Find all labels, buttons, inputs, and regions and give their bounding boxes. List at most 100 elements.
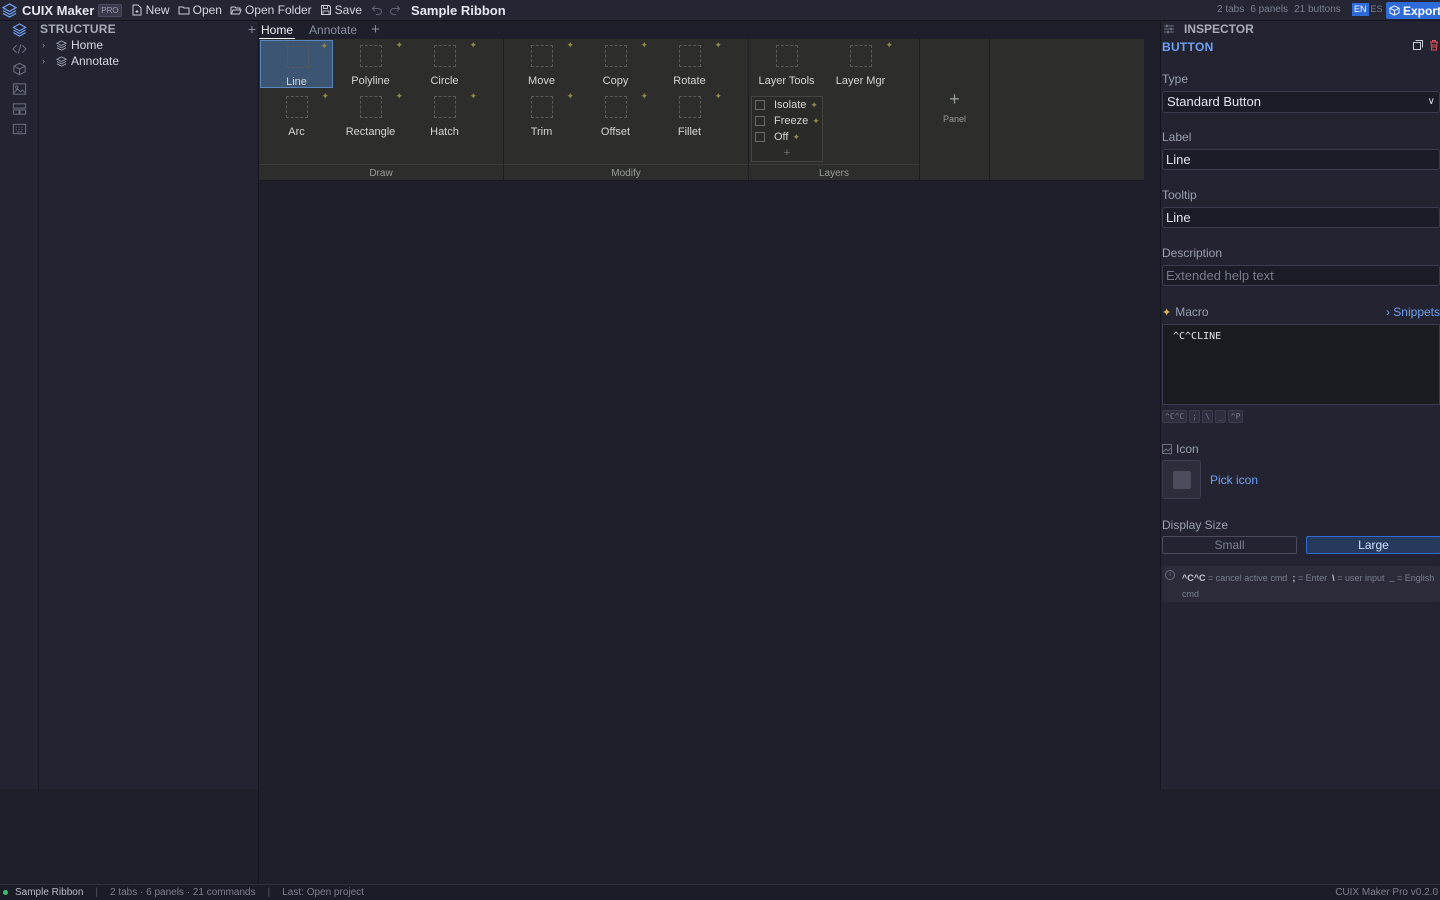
export-button[interactable]: Export (1386, 2, 1440, 19)
gear-icon[interactable]: ✦ (640, 91, 648, 102)
element-kind: BUTTON (1162, 40, 1214, 54)
image-icon[interactable] (12, 82, 27, 96)
dropdown-item-isolate[interactable]: Isolate ✦ (752, 97, 822, 113)
chevron-right-icon[interactable]: › (42, 40, 52, 50)
gear-icon[interactable]: ✦ (714, 40, 722, 51)
ribbon-button-label: Rotate (673, 75, 706, 87)
open-button[interactable]: Open (178, 3, 222, 17)
macro-chip[interactable]: _ (1214, 410, 1226, 423)
gear-icon[interactable]: ✦ (810, 100, 818, 111)
checkbox[interactable] (755, 100, 765, 110)
gear-icon[interactable]: ✦ (321, 91, 329, 102)
status-bar: Sample Ribbon | 2 tabs · 6 panels · 21 c… (0, 884, 1440, 900)
add-tab-button[interactable]: + (248, 21, 256, 37)
ribbon-button-fillet[interactable]: ✦ Fillet (653, 91, 726, 139)
undo-icon[interactable] (371, 4, 383, 16)
type-select[interactable]: Standard Button ∨ (1162, 91, 1440, 113)
open-folder-button[interactable]: Open Folder (230, 3, 312, 17)
dropdown-item-off[interactable]: Off ✦ (752, 129, 822, 145)
icon-preview[interactable] (1162, 460, 1201, 499)
layers-icon[interactable] (12, 23, 27, 37)
panel-label-draw: Draw (259, 164, 503, 181)
duplicate-icon[interactable] (1412, 39, 1424, 51)
button-icon-placeholder (605, 45, 627, 67)
ribbon-button-offset[interactable]: ✦ Offset (579, 91, 652, 139)
save-button[interactable]: Save (320, 3, 362, 17)
app-title: CUIX Maker (22, 2, 95, 18)
ribbon-button-rotate[interactable]: ✦ Rotate (653, 40, 726, 88)
cube-icon[interactable] (12, 62, 27, 76)
redo-icon[interactable] (389, 4, 401, 16)
keyboard-icon[interactable] (12, 122, 27, 136)
ribbon-canvas: Home Annotate + ✦ Line ✦ Polyline ✦ Circle … (259, 21, 1160, 884)
tab-home[interactable]: Home (259, 22, 296, 39)
add-dropdown-item-button[interactable]: + (752, 146, 822, 160)
macro-chip[interactable]: ^C^C (1162, 410, 1188, 423)
button-icon-placeholder (679, 96, 701, 118)
snippets-label: Snippets (1393, 305, 1440, 319)
macro-chip[interactable]: ^P (1227, 410, 1244, 423)
sliders-icon (1164, 24, 1174, 34)
ribbon-button-rectangle[interactable]: ✦ Rectangle (334, 91, 407, 139)
ribbon-button-line[interactable]: ✦ Line (260, 40, 333, 88)
gear-icon[interactable]: ✦ (792, 132, 800, 143)
gear-icon[interactable]: ✦ (395, 40, 403, 51)
checkbox[interactable] (755, 116, 765, 126)
gear-icon[interactable]: ✦ (640, 40, 648, 51)
panel-draw[interactable]: ✦ Line ✦ Polyline ✦ Circle ✦ Arc ✦ Rectangle … (259, 39, 504, 181)
display-size-large[interactable]: Large (1306, 536, 1440, 554)
ribbon-button-arc[interactable]: ✦ Arc (260, 91, 333, 139)
save-label: Save (334, 3, 363, 17)
tree-item-annotate[interactable]: › Annotate (39, 53, 258, 69)
ribbon-button-polyline[interactable]: ✦ Polyline (334, 40, 407, 88)
pick-icon-link[interactable]: Pick icon (1210, 473, 1258, 487)
gear-icon[interactable]: ✦ (812, 116, 820, 127)
panel-layers[interactable]: Layer Tools ✦ Layer Mgr Isolate ✦ Freeze ✦ … (749, 39, 920, 181)
help-key: \ (1332, 573, 1335, 583)
ribbon-button-label: Copy (602, 75, 629, 87)
gear-icon[interactable]: ✦ (469, 40, 477, 51)
save-icon (320, 5, 331, 15)
lang-en[interactable]: EN (1352, 3, 1369, 16)
tab-annotate[interactable]: Annotate (307, 21, 359, 39)
inspector-title: INSPECTOR (1184, 22, 1254, 36)
code-icon[interactable] (12, 42, 27, 56)
ribbon-button-trim[interactable]: ✦ Trim (505, 91, 578, 139)
label-input[interactable]: Line (1162, 149, 1440, 170)
project-stats: 2 tabs 6 panels 21 buttons (1217, 4, 1341, 15)
chevron-right-icon[interactable]: › (42, 56, 52, 66)
ribbon-button-layer-mgr[interactable]: ✦ Layer Mgr (824, 40, 897, 88)
gear-icon[interactable]: ✦ (566, 91, 574, 102)
description-input[interactable]: Extended help text (1162, 265, 1440, 286)
ribbon-button-layer-tools[interactable]: Layer Tools (750, 40, 823, 88)
macro-chip[interactable]: ; (1189, 410, 1201, 423)
add-ribbon-tab-button[interactable]: + (371, 21, 380, 39)
gear-icon[interactable]: ✦ (566, 40, 574, 51)
gear-icon[interactable]: ✦ (885, 40, 893, 51)
snippets-link[interactable]: › Snippets (1386, 305, 1440, 319)
ribbon-button-circle[interactable]: ✦ Circle (408, 40, 481, 88)
gear-icon[interactable]: ✦ (320, 41, 328, 52)
tree-item-home[interactable]: › Home (39, 37, 258, 53)
help-text: = cancel active cmd (1208, 573, 1288, 583)
divider: | (95, 887, 98, 898)
layout-icon[interactable] (12, 102, 27, 116)
checkbox[interactable] (755, 132, 765, 142)
gear-icon[interactable]: ✦ (395, 91, 403, 102)
lang-es[interactable]: ES (1369, 3, 1385, 16)
ribbon-button-hatch[interactable]: ✦ Hatch (408, 91, 481, 139)
trash-icon[interactable] (1428, 39, 1440, 51)
add-panel-button[interactable]: + Panel (920, 39, 990, 181)
tree-item-label: Annotate (71, 54, 120, 68)
gear-icon[interactable]: ✦ (714, 91, 722, 102)
tooltip-input[interactable]: Line (1162, 207, 1440, 228)
display-size-small[interactable]: Small (1162, 536, 1297, 554)
gear-icon[interactable]: ✦ (469, 91, 477, 102)
macro-chip[interactable]: \ (1202, 410, 1213, 423)
new-button[interactable]: New (131, 3, 170, 17)
macro-editor[interactable]: ^C^CLINE (1162, 324, 1440, 405)
panel-modify[interactable]: ✦ Move ✦ Copy ✦ Rotate ✦ Trim ✦ Offset ✦ Fille… (504, 39, 749, 181)
ribbon-button-move[interactable]: ✦ Move (505, 40, 578, 88)
dropdown-item-freeze[interactable]: Freeze ✦ (752, 113, 822, 129)
ribbon-button-copy[interactable]: ✦ Copy (579, 40, 652, 88)
